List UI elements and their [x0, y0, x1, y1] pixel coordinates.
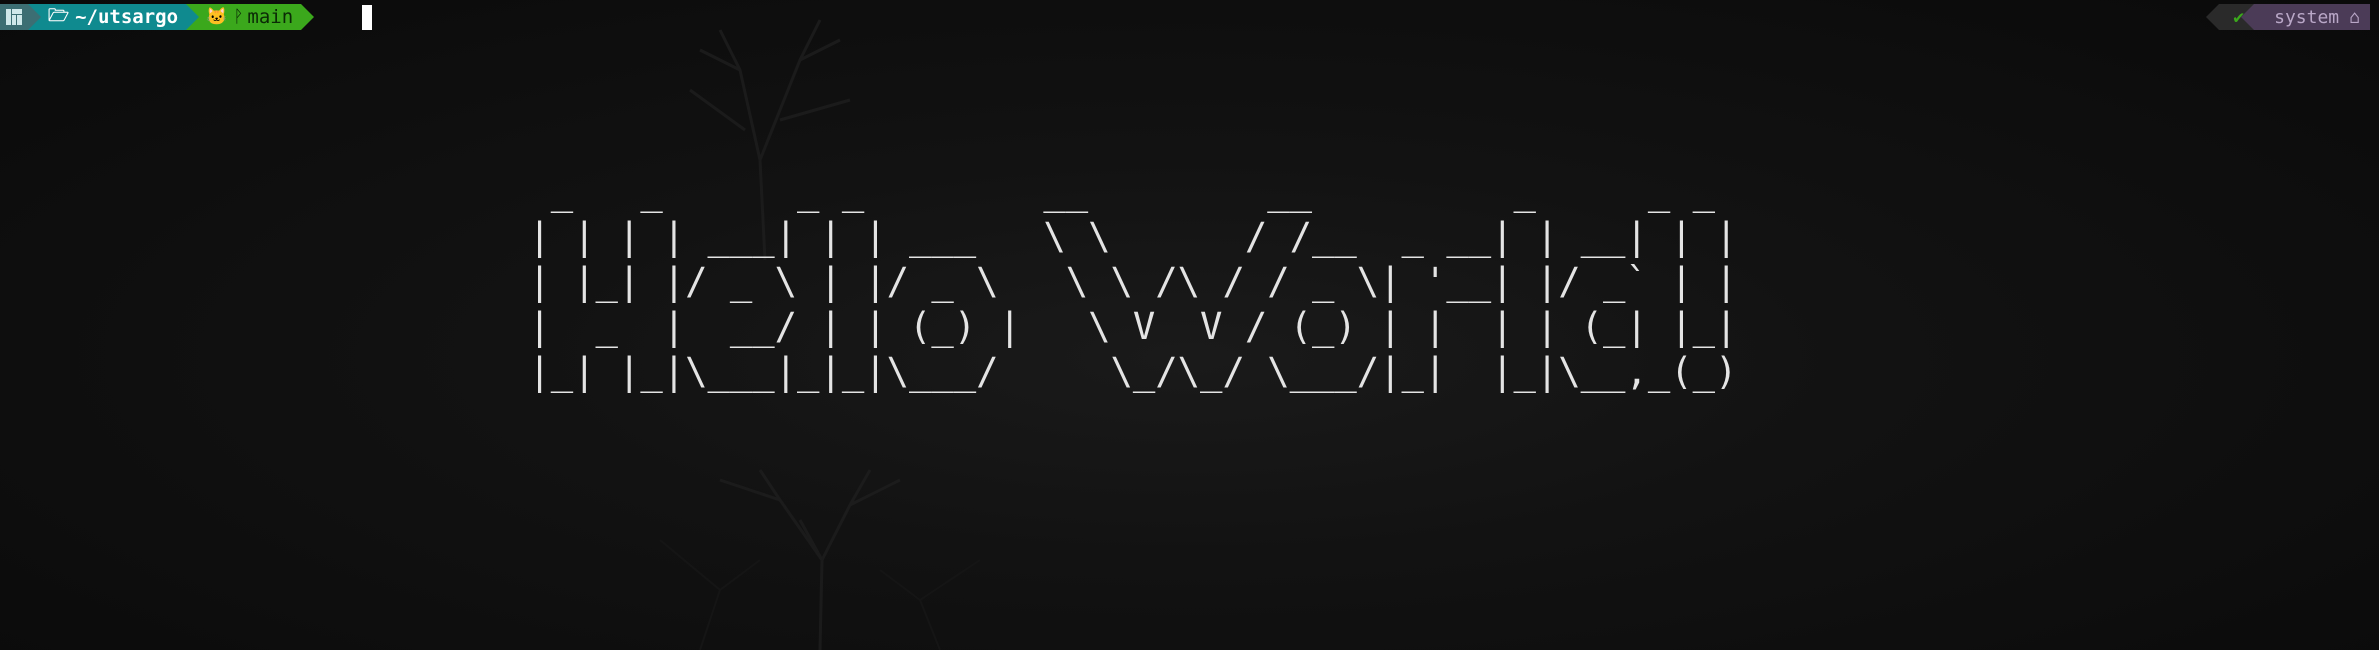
home-icon: ⌂ [2349, 6, 2360, 28]
text-cursor[interactable] [362, 5, 372, 30]
git-branch-icon: ᚹ [233, 7, 244, 27]
folder-open-icon: 🗁 [48, 5, 70, 26]
ascii-line: _ _ _ _ __ __ _ _ _ [506, 169, 1738, 213]
directory-segment: 🗁 ~/utsargo [28, 4, 200, 30]
manjaro-icon [6, 9, 22, 25]
git-segment: 🐱 ᚹ main [186, 4, 315, 30]
ascii-line: | | | | ___| | | ___ \ \ / /__ _ __| | _… [506, 214, 1738, 258]
ascii-line: |_| |_|\___|_|_|\___/ \_/\_/ \___/|_| |_… [506, 349, 1738, 393]
right-prompt: ✔ system ⌂ [2206, 4, 2370, 30]
ascii-art-output: _ _ _ _ __ __ _ _ _ | | | | ___| | | ___… [506, 169, 1737, 394]
context-label: system [2274, 6, 2340, 28]
ascii-line: | |_| |/ _ \ | |/ _ \ \ \ /\ / / _ \| '_… [506, 259, 1738, 303]
github-icon: 🐱 [206, 7, 228, 27]
os-segment [0, 4, 41, 30]
ascii-line: | _ | __/ | | (_) | \ V V / (_) | | | | … [506, 304, 1738, 348]
git-branch-name: main [247, 6, 294, 28]
shell-prompt: 🗁 ~/utsargo 🐱 ᚹ main [0, 4, 315, 30]
current-directory: ~/utsargo [75, 6, 179, 28]
context-segment: system ⌂ [2241, 4, 2370, 30]
